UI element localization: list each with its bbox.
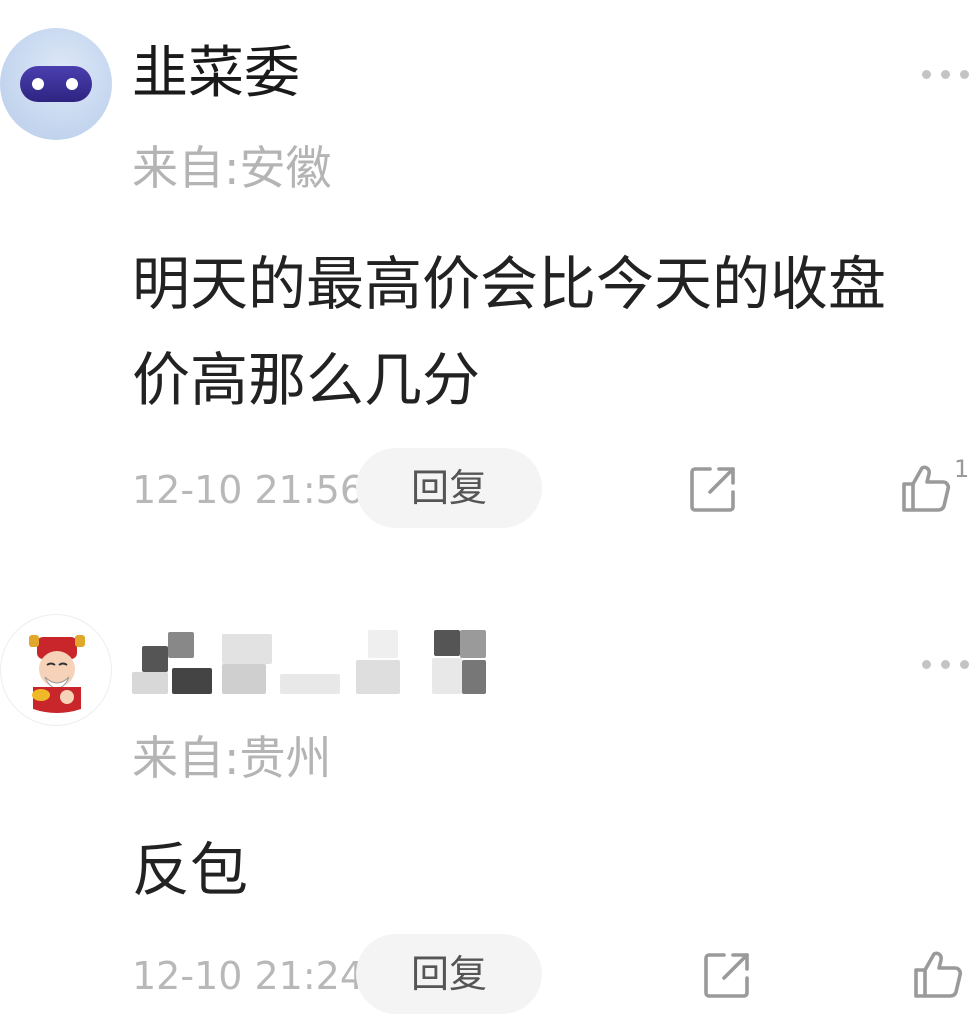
comment-text: 反包 (132, 836, 249, 904)
like-count: 1 (954, 455, 970, 483)
share-icon[interactable] (702, 950, 752, 1000)
user-avatar[interactable] (0, 28, 112, 140)
robot-visor-icon (20, 66, 92, 102)
user-avatar[interactable] (0, 614, 112, 726)
like-button[interactable] (908, 942, 971, 1002)
user-location: 来自:安徽 (132, 141, 332, 195)
like-button[interactable]: 1 (896, 456, 971, 516)
username-blurred[interactable] (132, 628, 492, 700)
comment-timestamp: 12-10 21:56 (132, 468, 365, 512)
thumbs-up-icon (914, 951, 963, 998)
user-location: 来自:贵州 (132, 731, 332, 785)
comment-text: 明天的最高价会比今天的收盘价高那么几分 (132, 250, 887, 414)
username[interactable]: 韭菜委 (132, 42, 300, 106)
comment-item: 来自:贵州 反包 12-10 21:24 回复 (0, 590, 971, 1022)
more-dots-icon[interactable] (920, 66, 971, 82)
comment-timestamp: 12-10 21:24 (132, 954, 365, 998)
reply-button[interactable]: 回复 (356, 448, 542, 528)
reply-button[interactable]: 回复 (356, 934, 542, 1014)
fortune-god-icon (29, 635, 85, 713)
comment-item: 韭菜委 来自:安徽 明天的最高价会比今天的收盘价高那么几分 12-10 21:5… (0, 0, 971, 560)
thumbs-up-icon (902, 465, 951, 512)
more-dots-icon[interactable] (920, 656, 971, 672)
share-icon[interactable] (688, 464, 738, 514)
